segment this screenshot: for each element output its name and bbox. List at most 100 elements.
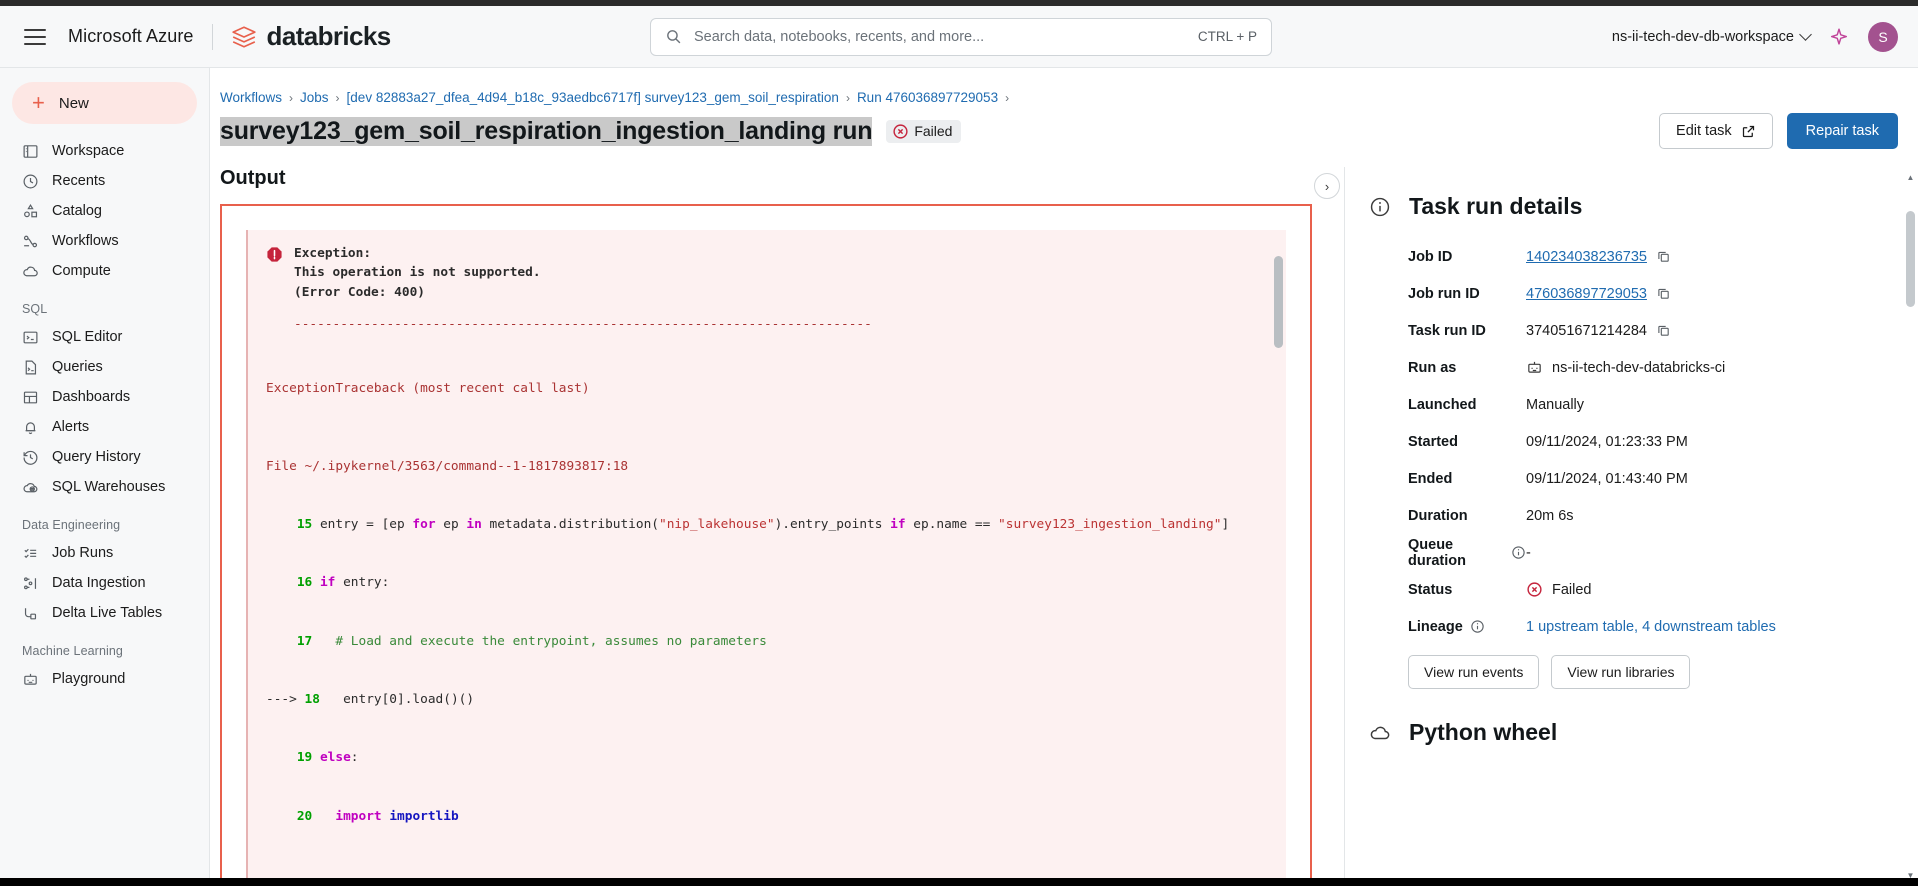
sidebar-item-label: Query History [52, 449, 141, 465]
sidebar-item-sql-editor[interactable]: SQL Editor [0, 322, 209, 352]
copy-icon[interactable] [1656, 249, 1671, 264]
sidebar-item-workflows[interactable]: Workflows [0, 226, 209, 256]
python-wheel-section: Python wheel [1369, 719, 1888, 746]
view-run-events-button[interactable]: View run events [1408, 655, 1540, 689]
sidebar-item-label: Data Ingestion [52, 575, 146, 591]
sidebar-item-queries[interactable]: Queries [0, 352, 209, 382]
main-content: Workflows › Jobs › [dev 82883a27_dfea_4d… [210, 68, 1918, 886]
divider [211, 23, 213, 50]
page-title-row: survey123_gem_soil_respiration_ingestion… [210, 105, 1918, 149]
output-vertical-scrollbar[interactable] [1274, 256, 1283, 876]
detail-row-job-id: Job ID 140234038236735 [1369, 238, 1888, 275]
sidebar-item-label: Queries [52, 359, 103, 375]
detail-row-task-run-id: Task run ID 374051671214284 [1369, 312, 1888, 349]
sidebar-item-query-history[interactable]: Query History [0, 442, 209, 472]
breadcrumb-jobs[interactable]: Jobs [300, 90, 329, 105]
detail-row-duration: Duration 20m 6s [1369, 497, 1888, 534]
detail-key: Lineage [1369, 619, 1526, 635]
breadcrumb-separator: › [845, 90, 850, 105]
sql-editor-icon [22, 329, 39, 346]
copy-icon[interactable] [1656, 323, 1671, 338]
expand-panel-button[interactable]: › [1314, 173, 1340, 199]
queue-duration-value: - [1526, 544, 1531, 561]
databricks-logo[interactable]: databricks [231, 21, 391, 52]
detail-row-started: Started 09/11/2024, 01:23:33 PM [1369, 423, 1888, 460]
detail-key: Job run ID [1408, 285, 1480, 302]
repair-task-label: Repair task [1805, 123, 1879, 139]
detail-row-status: Status Failed [1369, 571, 1888, 608]
sidebar-item-alerts[interactable]: Alerts [0, 412, 209, 442]
sidebar-item-compute[interactable]: Compute [0, 256, 209, 286]
sidebar-item-sql-warehouses[interactable]: SQL Warehouses [0, 472, 209, 502]
scrollbar-thumb[interactable] [1274, 256, 1283, 348]
assistant-sparkle-icon[interactable] [1828, 26, 1850, 48]
workflows-icon [22, 233, 39, 250]
top-right-controls: ns-ii-tech-dev-db-workspace S [1612, 21, 1898, 52]
playground-icon [22, 671, 39, 688]
sidebar-item-label: Recents [52, 173, 106, 189]
x-circle-icon [1527, 582, 1542, 597]
scroll-up-arrow[interactable]: ▲ [1906, 173, 1915, 182]
breadcrumb-job[interactable]: [dev 82883a27_dfea_4d94_b18c_93aedbc6717… [347, 90, 839, 105]
code-line: 20 import importlib [296, 808, 459, 824]
plus-icon: + [32, 90, 45, 115]
repair-task-button[interactable]: Repair task [1786, 113, 1898, 149]
sidebar-item-label: Delta Live Tables [52, 605, 163, 621]
info-icon[interactable] [1511, 545, 1526, 560]
info-circle-icon [1370, 197, 1390, 216]
breadcrumb-workflows[interactable]: Workflows [220, 90, 282, 105]
azure-label: Microsoft Azure [68, 26, 194, 46]
detail-key: Started [1408, 433, 1458, 450]
launched-value: Manually [1526, 396, 1585, 413]
sidebar-item-label: Dashboards [52, 389, 131, 405]
sidebar-item-catalog[interactable]: Catalog [0, 196, 209, 226]
menu-icon[interactable] [24, 28, 46, 45]
copy-icon[interactable] [1656, 286, 1671, 301]
edit-task-label: Edit task [1676, 123, 1732, 139]
lineage-link[interactable]: 1 upstream table, 4 downstream tables [1526, 619, 1776, 635]
sidebar: + New Workspace Recents Catalog Workflow… [0, 68, 210, 886]
scrollbar-thumb[interactable] [1906, 211, 1915, 307]
queue-duration-label: Queue duration [1408, 536, 1466, 569]
new-button[interactable]: + New [12, 82, 197, 124]
search-icon [667, 30, 681, 44]
sidebar-item-job-runs[interactable]: Job Runs [0, 538, 209, 568]
code-line: 16 if entry: [296, 575, 390, 591]
detail-key: Launched [1408, 396, 1477, 413]
sidebar-item-label: SQL Editor [52, 329, 123, 345]
sidebar-item-delta-live-tables[interactable]: Delta Live Tables [0, 598, 209, 628]
output-column: Output › Exception: This operation is no… [210, 167, 1344, 886]
traceback-pane: Exception: This operation is not support… [246, 230, 1286, 884]
avatar[interactable]: S [1868, 21, 1898, 52]
bot-icon [1528, 361, 1541, 373]
info-icon[interactable] [1470, 619, 1485, 634]
breadcrumb-run[interactable]: Run 476036897729053 [857, 90, 998, 105]
detail-key: Job ID [1408, 248, 1453, 265]
search-placeholder: Search data, notebooks, recents, and mor… [694, 28, 985, 45]
job-id-link[interactable]: 140234038236735 [1526, 249, 1647, 265]
sidebar-item-label: Job Runs [52, 545, 114, 561]
exception-header: Exception: This operation is not support… [248, 244, 1286, 302]
sidebar-item-workspace[interactable]: Workspace [0, 136, 209, 166]
detail-key: Status [1408, 581, 1453, 598]
traceback-code: ExceptionTraceback (most recent call las… [248, 340, 1286, 884]
code-line-active: ---> 18 entry[0].load()() [266, 692, 475, 708]
exception-title: Exception: [294, 246, 372, 261]
sidebar-item-data-ingestion[interactable]: Data Ingestion [0, 568, 209, 598]
sidebar-item-label: Playground [52, 671, 126, 687]
edit-task-button[interactable]: Edit task [1659, 113, 1773, 149]
sidebar-item-dashboards[interactable]: Dashboards [0, 382, 209, 412]
view-run-libraries-button[interactable]: View run libraries [1551, 655, 1691, 689]
details-vertical-scrollbar[interactable]: ▲ ▼ [1906, 173, 1915, 880]
workspace-selector[interactable]: ns-ii-tech-dev-db-workspace [1612, 28, 1812, 45]
job-run-id-link[interactable]: 476036897729053 [1526, 286, 1647, 302]
content-split: Output › Exception: This operation is no… [210, 167, 1918, 886]
dashboards-icon [22, 389, 39, 406]
queries-icon [22, 359, 39, 376]
catalog-icon [22, 203, 39, 220]
search-input[interactable]: Search data, notebooks, recents, and mor… [650, 17, 1272, 56]
sidebar-item-playground[interactable]: Playground [0, 664, 209, 694]
started-value: 09/11/2024, 01:23:33 PM [1526, 433, 1688, 450]
sidebar-item-recents[interactable]: Recents [0, 166, 209, 196]
search-shortcut-hint: CTRL + P [1197, 29, 1257, 44]
